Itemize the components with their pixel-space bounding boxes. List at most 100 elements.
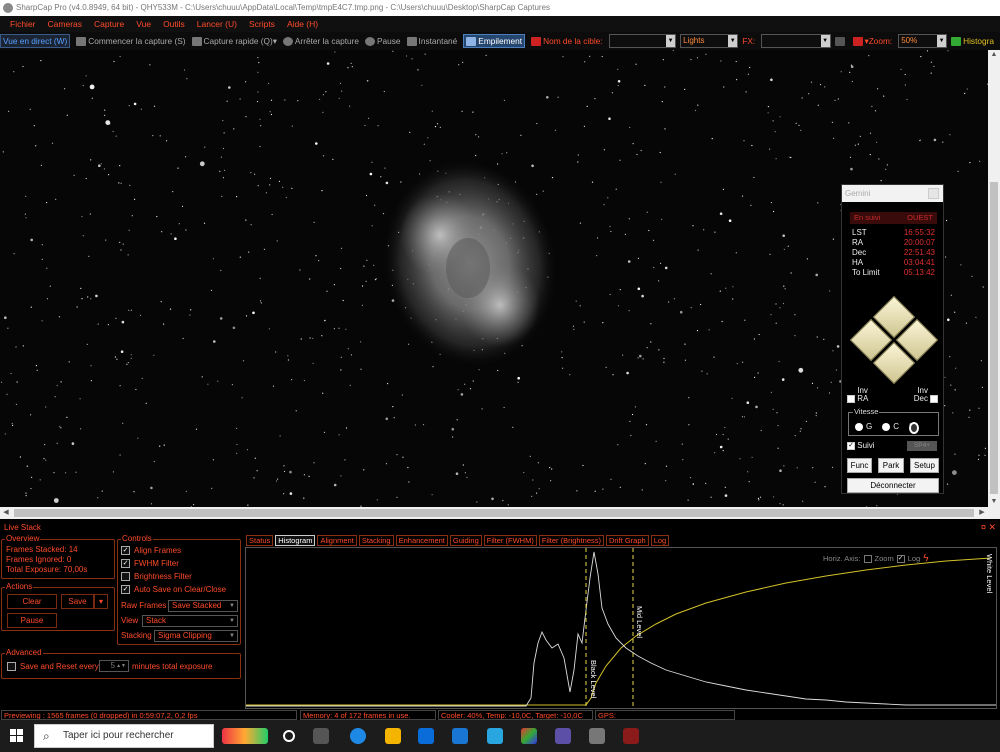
quick-capture-button[interactable]: Capture rapide (Q) ▾: [191, 36, 277, 46]
raw-frames-select[interactable]: Save Stacked ▼: [168, 600, 238, 612]
grid-icon[interactable]: [834, 36, 847, 46]
tab-filter-fwhm[interactable]: Filter (FWHM): [483, 535, 537, 546]
inv-dec-toggle[interactable]: Inv Dec: [908, 387, 939, 403]
snapshot-button[interactable]: Instantané: [406, 36, 457, 46]
scroll-right-icon[interactable]: ▶: [976, 507, 988, 519]
view-select[interactable]: Stack ▼: [142, 615, 238, 627]
controls-group: Controls ✓ Align Frames ✓ FWHM Filter Brig…: [117, 534, 241, 645]
tab-histogram[interactable]: Histogram: [275, 535, 316, 546]
target-name-input[interactable]: ▼: [608, 34, 677, 48]
speed-s-radio[interactable]: S: [909, 422, 920, 434]
setup-button[interactable]: Setup: [910, 458, 939, 473]
checkbox-checked-icon[interactable]: ✓: [121, 585, 130, 594]
stacking-mode-select[interactable]: Sigma Clipping ▼: [154, 630, 238, 642]
sharpcap-taskbar-icon[interactable]: [623, 728, 639, 744]
menu-vue[interactable]: Vue: [136, 19, 151, 29]
taskbar-search-input[interactable]: ⌕ Taper ici pour rechercher: [34, 724, 214, 748]
windows-start-icon[interactable]: [10, 729, 24, 743]
clear-button[interactable]: Clear: [7, 594, 57, 609]
stop-capture-button[interactable]: Arrêter la capture: [282, 36, 359, 46]
tab-drift-graph[interactable]: Drift Graph: [606, 535, 649, 546]
menu-cameras[interactable]: Cameras: [48, 19, 82, 29]
lightning-icon[interactable]: ϟ: [923, 553, 928, 564]
scroll-up-icon[interactable]: ▲: [988, 50, 1000, 60]
app-icon[interactable]: [487, 728, 503, 744]
tab-alignment[interactable]: Alignment: [317, 535, 357, 546]
brightness-filter-toggle[interactable]: Brightness Filter: [121, 570, 226, 583]
disconnect-button[interactable]: Déconnecter: [847, 478, 939, 493]
menu-fichier[interactable]: Fichier: [10, 19, 36, 29]
inv-ra-toggle[interactable]: Inv RA: [847, 387, 877, 403]
app-icon[interactable]: [589, 728, 605, 744]
park-button[interactable]: Park: [878, 458, 904, 473]
tab-enhancement[interactable]: Enhancement: [395, 535, 448, 546]
checkbox-icon[interactable]: [7, 662, 16, 671]
gemini-header[interactable]: Gemini: [842, 185, 943, 202]
horizontal-scroll-thumb[interactable]: [14, 509, 974, 517]
chevron-down-icon[interactable]: ▼: [728, 35, 738, 47]
scroll-down-icon[interactable]: ▼: [988, 497, 1000, 507]
menu-outils[interactable]: Outils: [163, 19, 185, 29]
zoom-checkbox[interactable]: [863, 554, 872, 563]
tracking-toggle[interactable]: ✓ Suivi: [847, 441, 875, 450]
speed-c-radio[interactable]: C: [882, 422, 899, 431]
multitask-icon[interactable]: [313, 728, 329, 744]
menu-scripts[interactable]: Scripts: [249, 19, 275, 29]
tab-filter-brightness[interactable]: Filter (Brightness): [538, 535, 605, 546]
checkbox-icon[interactable]: [121, 572, 130, 581]
pause-stack-button[interactable]: Pause: [7, 613, 57, 628]
live-view-button[interactable]: Vue en direct (W): [0, 34, 71, 48]
inv-dec-checkbox[interactable]: [930, 394, 939, 403]
align-frames-toggle[interactable]: ✓ Align Frames: [121, 544, 226, 557]
tab-status[interactable]: Status: [246, 535, 274, 546]
func-button[interactable]: Func: [847, 458, 872, 473]
checkbox-checked-icon[interactable]: ✓: [121, 546, 130, 555]
tab-stacking[interactable]: Stacking: [358, 535, 394, 546]
inv-ra-checkbox[interactable]: [847, 394, 855, 403]
frame-type-select[interactable]: Lights ▼: [680, 34, 739, 48]
minutes-stepper[interactable]: 5 ▲▼: [99, 660, 129, 672]
star: [955, 367, 957, 369]
store-icon[interactable]: [418, 728, 434, 744]
horizontal-scrollbar[interactable]: ◀ ▶: [0, 507, 988, 519]
chevron-down-icon[interactable]: ▼: [937, 35, 947, 47]
histogram-area[interactable]: Black Level Mid Level White Level Horiz.…: [245, 547, 997, 709]
close-icon[interactable]: [928, 188, 939, 199]
tab-log[interactable]: Log: [650, 535, 670, 546]
save-reset-toggle[interactable]: Save and Reset every: [7, 660, 99, 673]
task-view-icon[interactable]: [283, 730, 295, 742]
log-checkbox[interactable]: ✓: [896, 554, 905, 563]
start-capture-button[interactable]: Commencer la capture (S): [76, 36, 186, 46]
star: [952, 470, 957, 475]
edge-icon[interactable]: [350, 728, 366, 744]
file-explorer-icon[interactable]: [385, 728, 401, 744]
zoom-select[interactable]: 50% ▼: [898, 34, 948, 48]
menu-aide[interactable]: Aide (H): [287, 19, 318, 29]
fx-select[interactable]: ▼: [761, 34, 831, 48]
tracking-checkbox[interactable]: ✓: [847, 441, 855, 450]
fwhm-filter-toggle[interactable]: ✓ FWHM Filter: [121, 557, 226, 570]
chevron-down-icon[interactable]: ▼: [820, 35, 830, 47]
app-icon[interactable]: [521, 728, 537, 744]
image-viewport[interactable]: [0, 50, 988, 507]
vertical-scroll-thumb[interactable]: [990, 182, 998, 494]
mail-icon[interactable]: [452, 728, 468, 744]
save-dropdown-icon[interactable]: ▾: [94, 594, 108, 609]
chevron-down-icon[interactable]: ▼: [666, 35, 676, 47]
panel-pin-close-icons[interactable]: ¤ ✕: [981, 522, 996, 533]
vertical-scrollbar[interactable]: ▲ ▼: [988, 50, 1000, 507]
speed-g-radio[interactable]: G: [855, 422, 872, 431]
save-button[interactable]: Save: [61, 594, 94, 609]
auto-save-toggle[interactable]: ✓ Auto Save on Clear/Close: [121, 583, 226, 596]
tab-guiding[interactable]: Guiding: [449, 535, 482, 546]
stacking-button[interactable]: Empilement: [463, 34, 526, 48]
pause-button[interactable]: Pause: [365, 36, 401, 46]
menu-lancer[interactable]: Lancer (U): [197, 19, 237, 29]
checkbox-checked-icon[interactable]: ✓: [121, 559, 130, 568]
stepper-icon[interactable]: ▲▼: [116, 661, 126, 671]
histogram-button[interactable]: Histogra: [951, 36, 994, 46]
scroll-left-icon[interactable]: ◀: [0, 507, 12, 519]
menu-capture[interactable]: Capture: [94, 19, 124, 29]
bicycle-icon[interactable]: [222, 728, 268, 744]
app-icon[interactable]: [555, 728, 571, 744]
